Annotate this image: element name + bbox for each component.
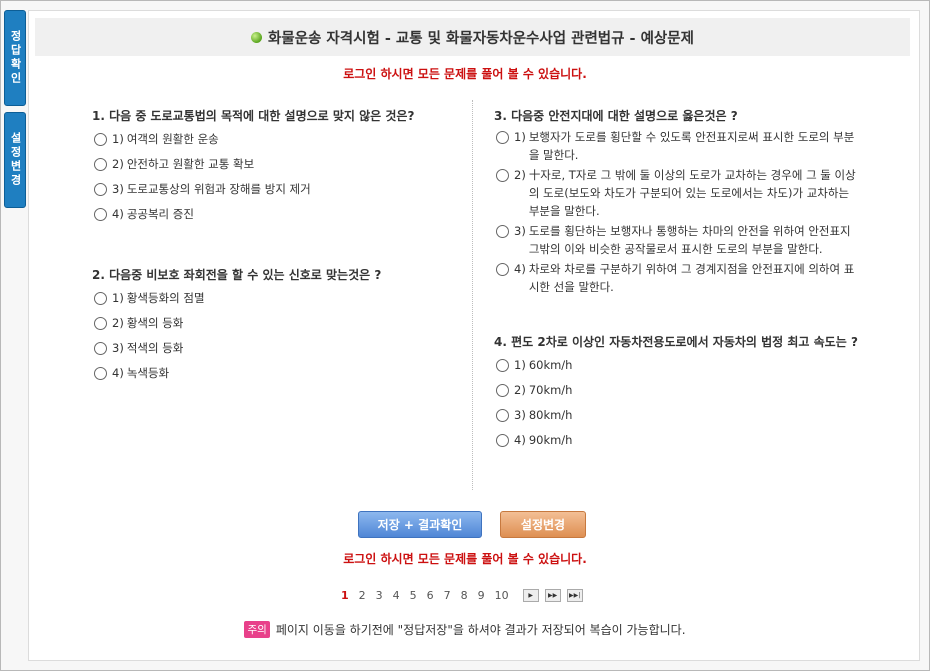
option-text: 60km/h [528,358,573,372]
next-page-icon[interactable]: ▶ [522,589,539,602]
radio-button[interactable] [94,133,107,146]
question-4-option-2[interactable]: 2) 70km/h [494,381,859,399]
radio-button[interactable] [94,317,107,330]
option-text: 공공복리 증진 [126,207,194,221]
question-2-option-4[interactable]: 4) 녹색등화 [92,364,457,382]
page-link[interactable]: 5 [410,589,417,602]
question-3-option-1[interactable]: 1) 보행자가 도로를 횡단할 수 있도록 안전표지로써 표시한 도로의 부분을… [494,128,859,164]
question-2-title: 2. 다음중 비보호 좌회전을 할 수 있는 신호로 맞는것은 ? [92,268,382,282]
radio-button[interactable] [496,131,509,144]
radio-button[interactable] [94,367,107,380]
option-text: 도로교통상의 위험과 장해를 방지 제거 [126,182,311,196]
page-link[interactable]: 4 [393,589,400,602]
pagination: 1 2 3 4 5 6 7 8 9 10 ▶ ▶▶ ▶▶| [341,589,589,602]
page-link[interactable]: 10 [495,589,509,602]
page-link[interactable]: 1 [341,589,349,602]
settings-change-tab-label: 설정변경 [9,132,22,188]
footer-warning: 주의 페이지 이동을 하기전에 "정답저장"을 하셔야 결과가 저장되어 복습이… [0,621,930,638]
question-3: 3. 다음중 안전지대에 대한 설명으로 옳은것은 ? 1) 보행자가 도로를 … [494,108,859,296]
page-header: 화물운송 자격시험 - 교통 및 화물자동차운수사업 관련법규 - 예상문제 [35,18,910,56]
question-2-option-3[interactable]: 3) 적색의 등화 [92,339,457,357]
save-result-button[interactable]: 저장 + 결과확인 [358,511,482,538]
page-link[interactable]: 2 [359,589,366,602]
page-link[interactable]: 3 [376,589,383,602]
page-link[interactable]: 6 [427,589,434,602]
question-3-option-4[interactable]: 4) 차로와 차로를 구분하기 위하여 그 경계지점을 안전표지에 의하여 표시… [494,260,859,296]
login-notice-top: 로그인 하시면 모든 문제를 풀어 볼 수 있습니다. [343,67,587,81]
radio-button[interactable] [496,225,509,238]
question-1-option-1[interactable]: 1) 여객의 원활한 운송 [92,130,457,148]
option-text: 보행자가 도로를 횡단할 수 있도록 안전표지로써 표시한 도로의 부분을 말한… [528,130,855,162]
question-2: 2. 다음중 비보호 좌회전을 할 수 있는 신호로 맞는것은 ? 1) 황색등… [92,267,457,382]
question-3-option-3[interactable]: 3) 도로를 횡단하는 보행자나 통행하는 차마의 안전을 위하여 안전표지 그… [494,222,859,258]
option-text: 황색등화의 점멸 [126,291,205,305]
radio-button[interactable] [496,359,509,372]
page-title: 화물운송 자격시험 - 교통 및 화물자동차운수사업 관련법규 - 예상문제 [268,30,694,47]
option-text: 도로를 횡단하는 보행자나 통행하는 차마의 안전을 위하여 안전표지 그밖의 … [528,224,851,256]
page-link[interactable]: 8 [461,589,468,602]
radio-button[interactable] [496,409,509,422]
question-4-option-1[interactable]: 1) 60km/h [494,356,859,374]
option-text: 적색의 등화 [126,341,184,355]
question-1: 1. 다음 중 도로교통법의 목적에 대한 설명으로 맞지 않은 것은? 1) … [92,108,457,223]
question-4: 4. 편도 2차로 이상인 자동차전용도로에서 자동차의 법정 최고 속도는 ?… [494,334,859,449]
option-text: 황색의 등화 [126,316,184,330]
last-page-icon[interactable]: ▶▶| [566,589,583,602]
question-3-title: 3. 다음중 안전지대에 대한 설명으로 옳은것은 ? [494,109,738,123]
question-2-option-2[interactable]: 2) 황색의 등화 [92,314,457,332]
radio-button[interactable] [496,169,509,182]
answer-check-tab[interactable]: 정답확인 [4,10,26,106]
settings-change-tab[interactable]: 설정변경 [4,112,26,208]
radio-button[interactable] [94,183,107,196]
question-1-option-2[interactable]: 2) 안전하고 원활한 교통 확보 [92,155,457,173]
radio-button[interactable] [94,158,107,171]
settings-change-button[interactable]: 설정변경 [500,511,586,538]
question-3-option-2[interactable]: 2) 十자로, T자로 그 밖에 둘 이상의 도로가 교차하는 경우에 그 둘 … [494,166,859,220]
column-divider [472,100,473,490]
question-1-option-3[interactable]: 3) 도로교통상의 위험과 장해를 방지 제거 [92,180,457,198]
next-10-pages-icon[interactable]: ▶▶ [544,589,561,602]
option-text: 차로와 차로를 구분하기 위하여 그 경계지점을 안전표지에 의하여 표시한 선… [528,262,855,294]
page-link[interactable]: 9 [478,589,485,602]
question-1-option-4[interactable]: 4) 공공복리 증진 [92,205,457,223]
question-1-title: 1. 다음 중 도로교통법의 목적에 대한 설명으로 맞지 않은 것은? [92,109,415,123]
option-text: 안전하고 원활한 교통 확보 [126,157,255,171]
option-text: 90km/h [528,433,573,447]
radio-button[interactable] [496,263,509,276]
question-4-option-3[interactable]: 3) 80km/h [494,406,859,424]
warning-badge: 주의 [244,621,270,638]
login-notice-bottom: 로그인 하시면 모든 문제를 풀어 볼 수 있습니다. [343,552,587,566]
radio-button[interactable] [94,208,107,221]
question-4-option-4[interactable]: 4) 90km/h [494,431,859,449]
option-text: 70km/h [528,383,573,397]
radio-button[interactable] [496,384,509,397]
option-text: 녹색등화 [126,366,170,380]
footer-warning-text: 페이지 이동을 하기전에 "정답저장"을 하셔야 결과가 저장되어 복습이 가능… [275,623,686,637]
question-4-title: 4. 편도 2차로 이상인 자동차전용도로에서 자동차의 법정 최고 속도는 ? [494,335,858,349]
radio-button[interactable] [94,292,107,305]
green-dot-icon [251,31,263,43]
option-text: 80km/h [528,408,573,422]
radio-button[interactable] [496,434,509,447]
question-2-option-1[interactable]: 1) 황색등화의 점멸 [92,289,457,307]
option-text: 여객의 원활한 운송 [126,132,219,146]
page-link[interactable]: 7 [444,589,451,602]
option-text: 十자로, T자로 그 밖에 둘 이상의 도로가 교차하는 경우에 그 둘 이상의… [528,168,856,218]
radio-button[interactable] [94,342,107,355]
